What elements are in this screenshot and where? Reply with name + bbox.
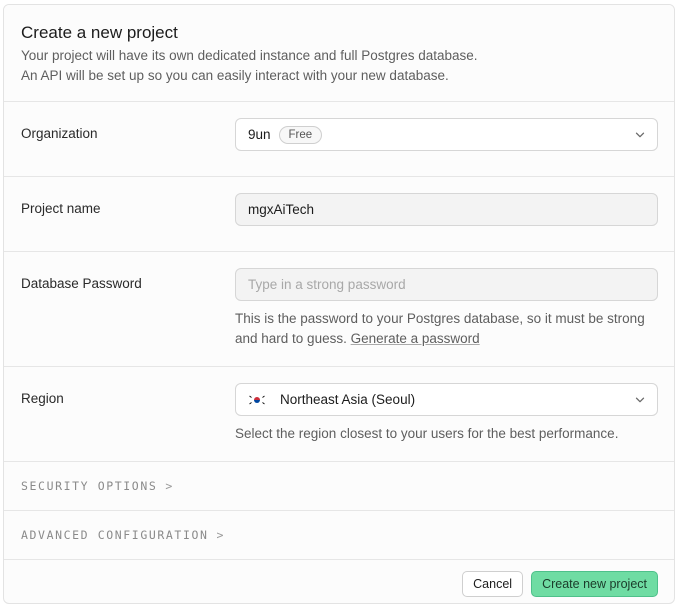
description-line-2: An API will be set up so you can easily … [21,68,449,83]
region-control: Northeast Asia (Seoul) Select the region… [235,383,658,461]
organization-label: Organization [21,126,98,141]
description-line-1: Your project will have its own dedicated… [21,48,478,63]
chevron-right-icon: > [216,528,226,542]
advanced-configuration-label: ADVANCED CONFIGURATION [21,528,209,542]
organization-row: Organization 9un Free [4,102,674,177]
chevron-down-icon [635,132,645,137]
region-label: Region [21,391,64,406]
create-project-panel: Create a new project Your project will h… [3,4,675,604]
panel-header: Create a new project Your project will h… [4,5,674,102]
create-project-button[interactable]: Create new project [531,571,658,597]
plan-badge: Free [278,125,323,144]
security-options-toggle[interactable]: SECURITY OPTIONS > [4,462,674,511]
chevron-down-icon [635,397,645,402]
generate-password-link[interactable]: Generate a password [351,331,480,346]
database-password-control: Type in a strong password This is the pa… [235,268,658,366]
advanced-configuration-toggle[interactable]: ADVANCED CONFIGURATION > [4,511,674,560]
organization-value-group: 9un Free [248,125,323,144]
region-row: Region Northeast Asia (Seoul) Select the… [4,367,674,462]
organization-value: 9un [248,127,271,142]
database-password-input[interactable]: Type in a strong password [235,268,658,301]
cancel-button[interactable]: Cancel [462,571,524,597]
password-help-text: This is the password to your Postgres da… [235,309,655,349]
project-name-row: Project name mgxAiTech [4,177,674,252]
region-value: Northeast Asia (Seoul) [280,392,416,407]
security-options-label: SECURITY OPTIONS [21,479,158,493]
region-select[interactable]: Northeast Asia (Seoul) [235,383,658,416]
south-korea-flag-icon [248,393,266,406]
project-name-control: mgxAiTech [235,193,658,251]
organization-control: 9un Free [235,118,658,176]
project-name-label: Project name [21,201,101,216]
chevron-right-icon: > [165,479,174,493]
region-value-group: Northeast Asia (Seoul) [248,392,415,407]
database-password-label: Database Password [21,276,142,291]
panel-footer: Cancel Create new project [4,560,674,603]
project-name-input[interactable]: mgxAiTech [235,193,658,226]
database-password-row: Database Password Type in a strong passw… [4,252,674,367]
organization-select[interactable]: 9un Free [235,118,658,151]
page-title: Create a new project [21,23,178,42]
region-help-text: Select the region closest to your users … [235,426,619,441]
